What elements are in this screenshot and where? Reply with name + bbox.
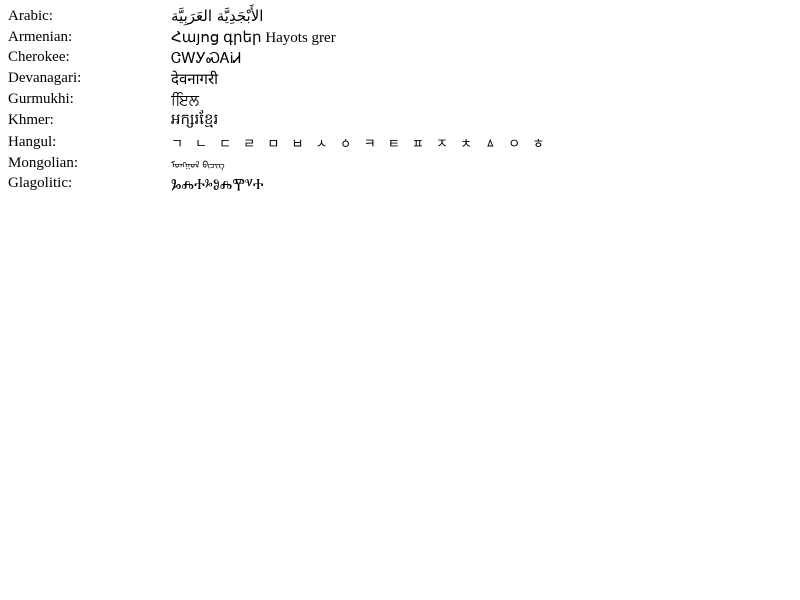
script-sample: ㄱ ㄴ ㄷ ㄹ ㅁ ㅂ ㅅ ㆁ ㅋ ㅌ ㅍ ㅈ ㅊ ㅿ ㅇ ㅎ (171, 136, 549, 152)
script-samples-table: Arabic: الأَبْجَدِيَّة العَرَبِيَّة Arme… (8, 6, 548, 194)
script-row-hangul: Hangul: ㄱ ㄴ ㄷ ㄹ ㅁ ㅂ ㅅ ㆁ ㅋ ㅌ ㅍ ㅈ ㅊ ㅿ ㅇ ㅎ (8, 132, 548, 153)
script-sample: الأَبْجَدِيَّة العَرَبِيَّة (171, 7, 264, 26)
script-row-gurmukhi: Gurmukhi: ਇਿਲ (8, 89, 548, 110)
script-label: Hangul: (8, 133, 57, 150)
script-row-devanagari: Devanagari: देवनागरी (8, 68, 548, 89)
script-label: Mongolian: (8, 154, 78, 171)
script-label: Arabic: (8, 7, 53, 24)
script-row-glagolitic: Glagolitic: ⰃⰎⰀⰳⰑⰎⰉⱌⰀ (8, 174, 548, 195)
script-row-mongolian: Mongolian: ᠮᠣᠩᠭᠣᠯ ᠪᠢᠴᠢᠭ (8, 153, 548, 174)
script-label: Glagolitic: (8, 175, 73, 192)
script-sample: ਇਿਲ (171, 90, 200, 109)
script-sample: ᏣᎳᎩᏍᎪᎥᏗ (171, 48, 242, 67)
script-row-khmer: Khmer: អក្សរខ្មែរ (8, 110, 548, 132)
script-row-cherokee: Cherokee: ᏣᎳᎩᏍᎪᎥᏗ (8, 48, 548, 69)
script-label: Armenian: (8, 28, 73, 45)
script-sample: देवनागरी (171, 69, 218, 88)
script-sample: អក្សរខ្មែរ (171, 109, 219, 128)
script-label: Gurmukhi: (8, 91, 74, 108)
script-row-armenian: Armenian: Հայոց գրեր Hayots grer (8, 27, 548, 48)
script-sample: ᠮᠣᠩᠭᠣᠯ ᠪᠢᠴᠢᠭ (171, 161, 225, 172)
script-label: Cherokee: (8, 49, 70, 66)
script-label: Khmer: (8, 112, 54, 129)
script-label: Devanagari: (8, 70, 82, 87)
script-sample: ⰃⰎⰀⰳⰑⰎⰉⱌⰀ (171, 174, 264, 193)
script-row-arabic: Arabic: الأَبْجَدِيَّة العَرَبِيَّة (8, 6, 548, 27)
script-sample: Հայոց գրեր Hayots grer (171, 29, 336, 46)
